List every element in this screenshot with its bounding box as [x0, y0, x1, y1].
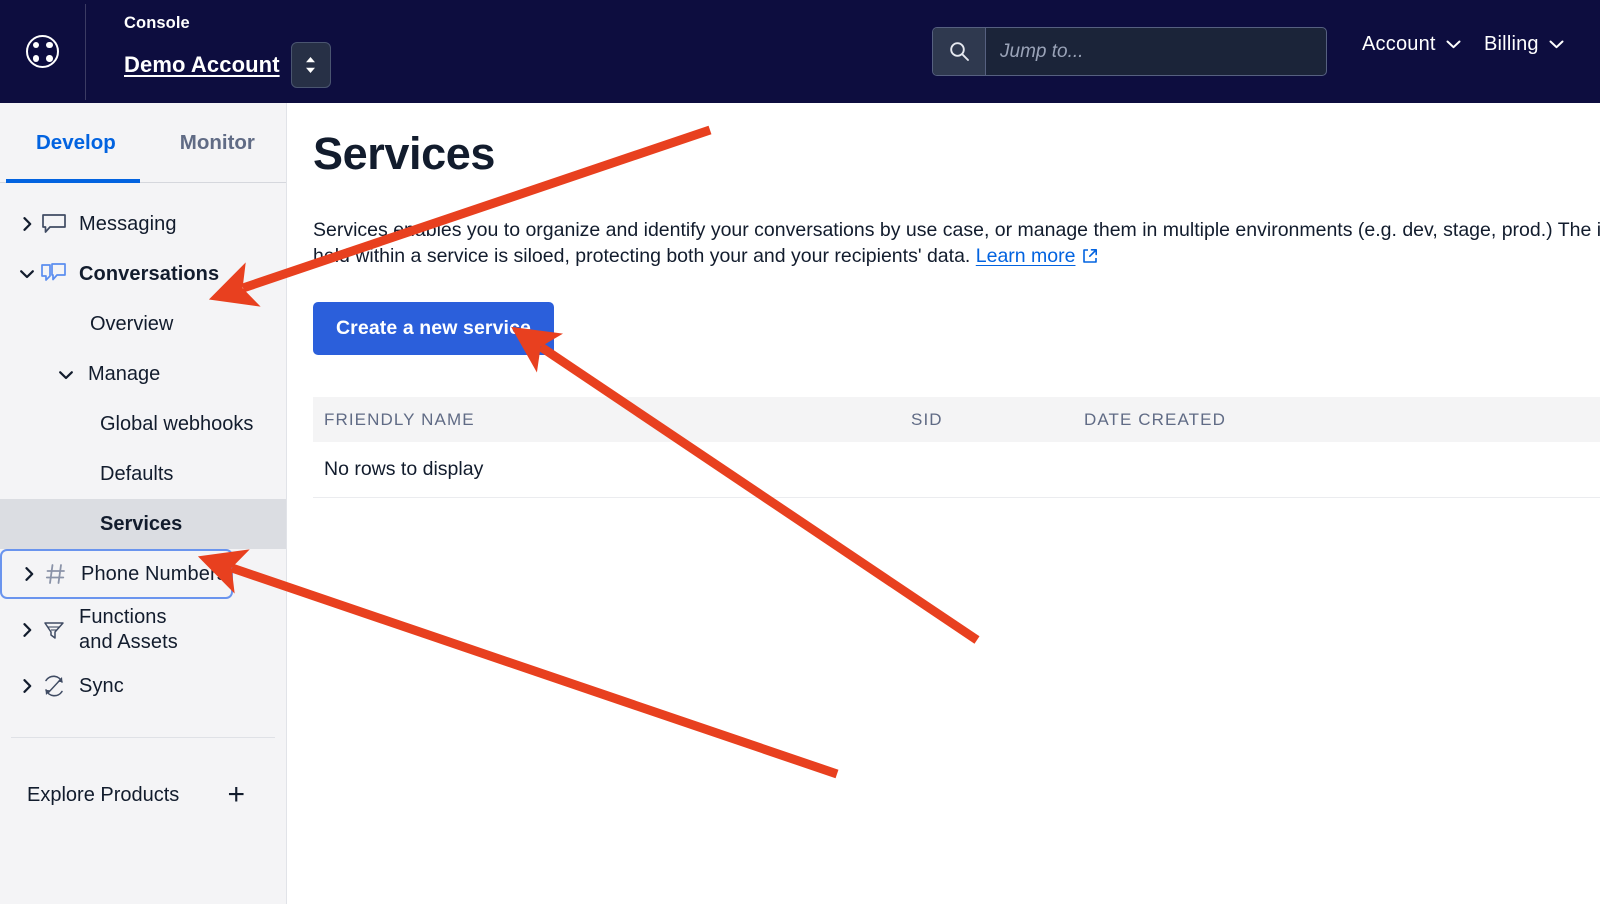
chevron-down-icon[interactable] [15, 269, 39, 279]
console-grid-logo-icon [26, 35, 59, 68]
sidebar-item-messaging[interactable]: Messaging [0, 199, 286, 249]
sidebar-item-overview[interactable]: Overview [0, 299, 286, 349]
main-content: Services Services enables you to organiz… [287, 103, 1600, 904]
explore-products-button[interactable]: Explore Products + [0, 762, 286, 828]
chevron-down-icon[interactable] [59, 363, 73, 386]
up-down-chevron-icon [306, 57, 316, 74]
top-header-bar: Console Demo Account Account Billing [0, 0, 1600, 103]
sidebar-nav: Messaging Conversations Overview Manage … [0, 183, 286, 711]
chevron-right-icon[interactable] [15, 679, 39, 693]
chevron-right-icon[interactable] [15, 623, 39, 637]
sidebar-divider [11, 737, 275, 738]
column-header-sid: SID [911, 409, 943, 429]
sidebar-item-phone-numbers[interactable]: Phone Numbers [0, 549, 233, 599]
console-label: Console [124, 13, 190, 32]
search-submit-button[interactable] [933, 28, 986, 75]
sidebar-item-services[interactable]: Services [0, 499, 286, 549]
sidebar-item-global-webhooks[interactable]: Global webhooks [0, 399, 286, 449]
chevron-down-icon [1446, 40, 1461, 49]
sidebar-item-label: Functions and Assets [79, 606, 178, 653]
learn-more-link[interactable]: Learn more [976, 245, 1099, 267]
sidebar-tabs: Develop Monitor [0, 103, 286, 183]
sidebar-item-conversations[interactable]: Conversations [0, 249, 286, 299]
sidebar-item-label: Phone Numbers [81, 562, 227, 585]
column-header-date-created: DATE CREATED [1084, 409, 1226, 429]
sidebar-item-functions-and-assets[interactable]: Functions and Assets [0, 599, 286, 661]
billing-menu-label: Billing [1484, 33, 1539, 55]
sidebar-item-label: Manage [88, 362, 161, 385]
sidebar-item-manage[interactable]: Manage [0, 349, 286, 399]
funnel-icon [39, 618, 69, 642]
account-menu-label: Account [1362, 33, 1436, 55]
billing-menu[interactable]: Billing [1484, 33, 1564, 56]
sidebar-item-label: Conversations [79, 262, 220, 285]
search-input[interactable] [986, 28, 1326, 75]
sidebar-item-label: Messaging [79, 212, 177, 235]
conversations-bubbles-icon [39, 263, 69, 285]
column-header-friendly-name: FRIENDLY NAME [324, 409, 475, 429]
account-menu[interactable]: Account [1362, 33, 1461, 56]
chevron-down-icon [1549, 40, 1564, 49]
global-search[interactable] [932, 27, 1327, 76]
account-block: Console Demo Account [124, 0, 331, 103]
sidebar-item-label: Overview [90, 312, 174, 335]
sidebar-item-label: Services [100, 512, 183, 535]
sync-refresh-icon [39, 673, 69, 699]
empty-state-message: No rows to display [324, 458, 484, 481]
account-switcher-button[interactable] [290, 42, 331, 89]
header-divider [85, 3, 86, 100]
page-description: Services enables you to organize and ide… [313, 217, 1600, 271]
create-new-service-button[interactable]: Create a new service [313, 302, 554, 356]
sidebar: Develop Monitor Messaging Conversations … [0, 103, 287, 904]
tab-develop[interactable]: Develop [36, 131, 116, 177]
sidebar-item-sync[interactable]: Sync [0, 661, 286, 711]
hash-icon [41, 562, 71, 586]
explore-products-label: Explore Products [27, 783, 180, 806]
sidebar-item-label: Defaults [100, 462, 174, 485]
services-table: FRIENDLY NAME SID DATE CREATED No rows t… [313, 397, 1600, 499]
sidebar-item-label: Global webhooks [100, 412, 254, 435]
tab-monitor[interactable]: Monitor [180, 131, 255, 177]
console-logo-button[interactable] [0, 0, 85, 103]
table-header-row: FRIENDLY NAME SID DATE CREATED [313, 397, 1600, 443]
speech-bubble-icon [39, 213, 69, 235]
sidebar-item-defaults[interactable]: Defaults [0, 449, 286, 499]
plus-icon[interactable]: + [227, 780, 245, 810]
page-title: Services [313, 128, 495, 179]
table-empty-row: No rows to display [313, 442, 1600, 499]
account-name-link[interactable]: Demo Account [124, 52, 280, 78]
sidebar-item-label: Sync [79, 674, 124, 697]
page-description-text: Services enables you to organize and ide… [313, 219, 1600, 268]
search-icon [949, 42, 969, 61]
external-link-icon [1082, 245, 1098, 271]
chevron-right-icon[interactable] [17, 567, 41, 581]
learn-more-label: Learn more [975, 245, 1076, 268]
chevron-right-icon[interactable] [15, 217, 39, 231]
